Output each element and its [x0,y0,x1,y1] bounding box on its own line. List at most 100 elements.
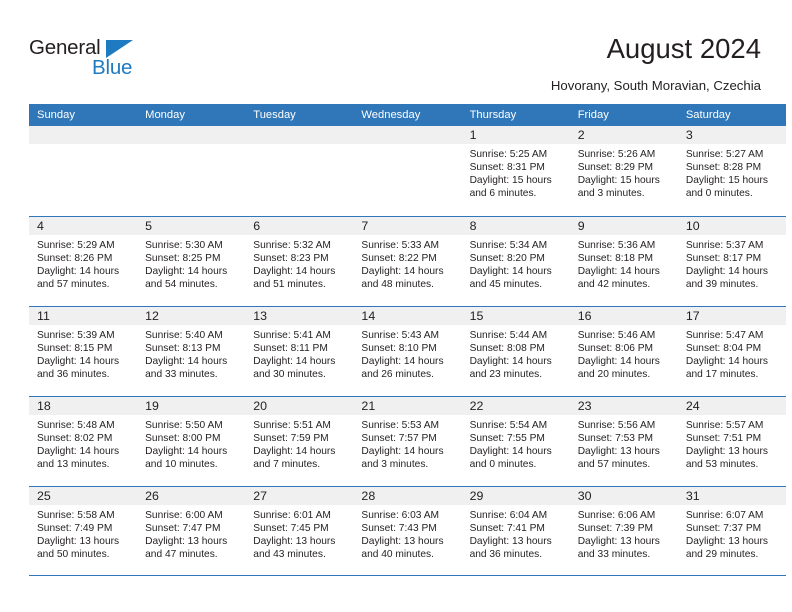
sunrise-text: Sunrise: 5:34 AM [469,240,548,251]
day-details: Sunrise: 5:30 AM Sunset: 8:25 PM Daylight:… [137,235,245,291]
sunrise-text: Sunrise: 5:32 AM [253,240,331,251]
day-details: Sunrise: 5:48 AM Sunset: 8:02 PM Daylight:… [29,415,137,471]
day-number: 26 [145,489,159,503]
daylight-text-line1: Daylight: 13 hours [577,536,660,548]
calendar-day-cell[interactable]: 15 Sunrise: 5:44 AM Sunset: 8:08 PM Dayligh… [461,307,570,396]
sunset-text: Sunset: 7:55 PM [469,433,545,445]
weekday-header-thursday: Thursday [469,109,517,121]
daylight-text-line1: Daylight: 13 hours [685,446,768,458]
calendar-day-cell[interactable]: 31 Sunrise: 6:07 AM Sunset: 7:37 PM Dayligh… [677,487,786,575]
sunrise-text: Sunrise: 5:53 AM [361,420,440,431]
calendar-day-cell[interactable]: 8 Sunrise: 5:34 AM Sunset: 8:20 PM Daylight… [461,217,570,306]
daylight-text-line1: Daylight: 14 hours [577,356,660,368]
calendar-day-cell[interactable]: 20 Sunrise: 5:51 AM Sunset: 7:59 PM Dayligh… [245,397,354,486]
calendar-week-row: 1 Sunrise: 5:25 AM Sunset: 8:31 PM Daylight… [29,126,786,216]
calendar-day-cell[interactable]: 4 Sunrise: 5:29 AM Sunset: 8:26 PM Daylight… [29,217,138,306]
daylight-text-line2: and 7 minutes. [253,459,321,471]
calendar-day-cell[interactable]: 16 Sunrise: 5:46 AM Sunset: 8:06 PM Dayligh… [569,307,678,396]
calendar-table: Sunday Monday Tuesday Wednesday Thursday… [29,104,786,576]
sunrise-text: Sunrise: 5:29 AM [37,240,115,251]
sunrise-text: Sunrise: 5:48 AM [37,420,115,431]
calendar-day-cell[interactable]: 10 Sunrise: 5:37 AM Sunset: 8:17 PM Dayligh… [677,217,786,306]
calendar-day-cell-empty [29,126,138,216]
daylight-text-line1: Daylight: 14 hours [469,356,552,368]
calendar-day-cell-empty [137,126,246,216]
day-number: 6 [253,219,261,233]
calendar-day-cell[interactable]: 11 Sunrise: 5:39 AM Sunset: 8:15 PM Dayligh… [29,307,138,396]
sunrise-text: Sunrise: 5:54 AM [469,420,548,431]
daylight-text-line1: Daylight: 14 hours [253,266,336,278]
calendar-day-cell[interactable]: 7 Sunrise: 5:33 AM Sunset: 8:22 PM Daylight… [353,217,462,306]
sunset-text: Sunset: 8:28 PM [685,162,762,174]
daylight-text-line2: and 48 minutes. [361,279,434,291]
sunrise-text: Sunrise: 5:26 AM [577,149,656,160]
day-number-band [29,126,138,144]
calendar-day-cell[interactable]: 6 Sunrise: 5:32 AM Sunset: 8:23 PM Daylight… [245,217,354,306]
calendar-day-cell[interactable]: 29 Sunrise: 6:04 AM Sunset: 7:41 PM Dayligh… [461,487,570,575]
calendar-day-cell[interactable]: 24 Sunrise: 5:57 AM Sunset: 7:51 PM Dayligh… [677,397,786,486]
calendar-day-cell[interactable]: 25 Sunrise: 5:58 AM Sunset: 7:49 PM Dayligh… [29,487,138,575]
calendar-day-cell[interactable]: 26 Sunrise: 6:00 AM Sunset: 7:47 PM Dayligh… [137,487,246,575]
calendar-day-cell[interactable]: 19 Sunrise: 5:50 AM Sunset: 8:00 PM Dayligh… [137,397,246,486]
calendar-day-cell-empty [245,126,354,216]
calendar-day-cell[interactable]: 3 Sunrise: 5:27 AM Sunset: 8:28 PM Daylight… [677,126,786,216]
daylight-text-line2: and 3 minutes. [577,188,645,200]
weekday-header-friday: Friday [577,109,609,121]
day-details: Sunrise: 6:00 AM Sunset: 7:47 PM Daylight:… [137,505,245,561]
weekday-header-monday: Monday [145,109,185,121]
day-number-band: 8 [461,217,570,235]
weekday-header-row: Sunday Monday Tuesday Wednesday Thursday… [29,104,786,126]
day-details: Sunrise: 6:07 AM Sunset: 7:37 PM Daylight:… [678,505,786,561]
calendar-day-cell[interactable]: 2 Sunrise: 5:26 AM Sunset: 8:29 PM Daylight… [569,126,678,216]
calendar-day-cell[interactable]: 18 Sunrise: 5:48 AM Sunset: 8:02 PM Dayligh… [29,397,138,486]
calendar-day-cell[interactable]: 23 Sunrise: 5:56 AM Sunset: 7:53 PM Dayligh… [569,397,678,486]
calendar-day-cell[interactable]: 17 Sunrise: 5:47 AM Sunset: 8:04 PM Dayligh… [677,307,786,396]
calendar-day-cell[interactable]: 21 Sunrise: 5:53 AM Sunset: 7:57 PM Dayligh… [353,397,462,486]
sunrise-text: Sunrise: 6:04 AM [469,510,548,521]
day-number-band [245,126,354,144]
day-number-band: 10 [677,217,786,235]
sunrise-text: Sunrise: 5:39 AM [37,330,115,341]
day-number: 10 [685,219,700,233]
day-number-band: 14 [353,307,462,325]
daylight-text-line2: and 17 minutes. [685,369,759,381]
daylight-text-line1: Daylight: 14 hours [685,266,768,278]
sunset-text: Sunset: 8:02 PM [37,433,113,445]
day-number: 24 [685,399,700,413]
day-number-band: 2 [569,126,678,144]
calendar-day-cell[interactable]: 28 Sunrise: 6:03 AM Sunset: 7:43 PM Dayligh… [353,487,462,575]
day-number: 17 [685,309,700,323]
daylight-text-line1: Daylight: 14 hours [253,356,336,368]
day-number: 15 [469,309,484,323]
day-number: 9 [577,219,585,233]
daylight-text-line1: Daylight: 13 hours [253,536,336,548]
sunrise-text: Sunrise: 5:58 AM [37,510,115,521]
day-details: Sunrise: 5:40 AM Sunset: 8:13 PM Daylight:… [137,325,245,381]
day-number-band: 23 [569,397,678,415]
day-details: Sunrise: 5:51 AM Sunset: 7:59 PM Daylight:… [245,415,353,471]
calendar-day-cell[interactable]: 12 Sunrise: 5:40 AM Sunset: 8:13 PM Dayligh… [137,307,246,396]
day-details: Sunrise: 5:53 AM Sunset: 7:57 PM Daylight:… [353,415,461,471]
day-number-band: 15 [461,307,570,325]
calendar-day-cell[interactable]: 27 Sunrise: 6:01 AM Sunset: 7:45 PM Dayligh… [245,487,354,575]
day-number: 12 [145,309,159,323]
day-number-band: 19 [137,397,246,415]
daylight-text-line1: Daylight: 14 hours [37,356,120,368]
calendar-day-cell[interactable]: 13 Sunrise: 5:41 AM Sunset: 8:11 PM Dayligh… [245,307,354,396]
sunset-text: Sunset: 7:37 PM [685,523,762,535]
day-details: Sunrise: 5:39 AM Sunset: 8:15 PM Daylight:… [29,325,137,381]
sunset-text: Sunset: 8:22 PM [361,253,437,265]
calendar-day-cell[interactable]: 1 Sunrise: 5:25 AM Sunset: 8:31 PM Daylight… [461,126,570,216]
calendar-day-cell[interactable]: 14 Sunrise: 5:43 AM Sunset: 8:10 PM Dayligh… [353,307,462,396]
day-details: Sunrise: 5:54 AM Sunset: 7:55 PM Daylight:… [462,415,570,471]
daylight-text-line1: Daylight: 14 hours [37,266,120,278]
calendar-day-cell[interactable]: 5 Sunrise: 5:30 AM Sunset: 8:25 PM Daylight… [137,217,246,306]
calendar-day-cell[interactable]: 22 Sunrise: 5:54 AM Sunset: 7:55 PM Dayligh… [461,397,570,486]
logo-text-blue: Blue [92,56,133,79]
daylight-text-line1: Daylight: 14 hours [361,356,444,368]
calendar-day-cell[interactable]: 30 Sunrise: 6:06 AM Sunset: 7:39 PM Dayligh… [569,487,678,575]
daylight-text-line1: Daylight: 14 hours [469,446,552,458]
sunset-text: Sunset: 8:08 PM [469,343,545,355]
daylight-text-line2: and 3 minutes. [361,459,429,471]
calendar-day-cell[interactable]: 9 Sunrise: 5:36 AM Sunset: 8:18 PM Daylight… [569,217,678,306]
